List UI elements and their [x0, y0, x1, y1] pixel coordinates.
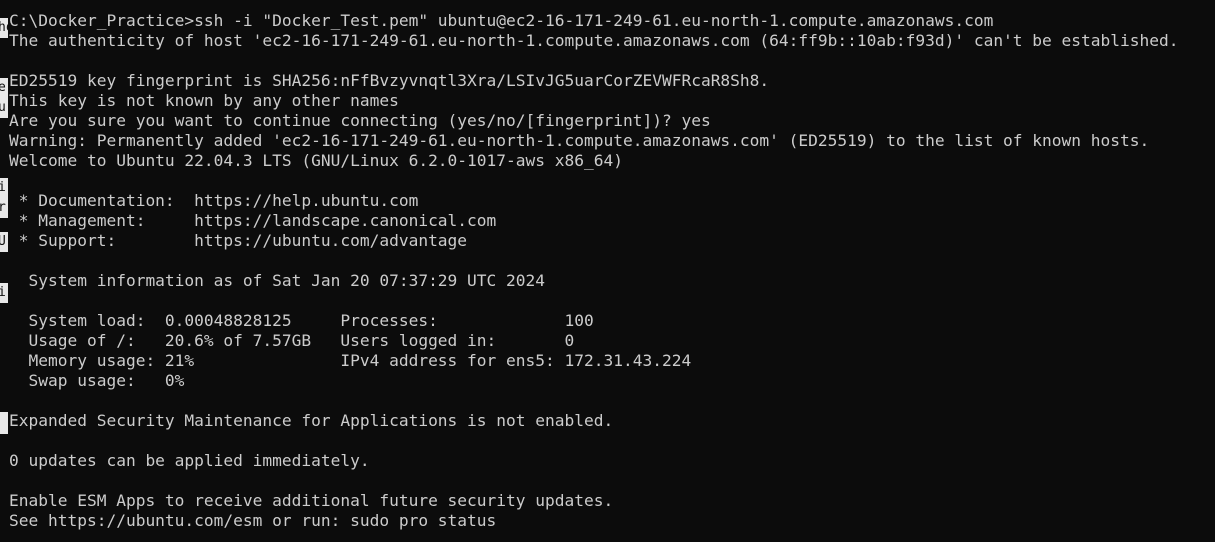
terminal-line-system-load: System load: 0.00048828125 Processes: 10… [9, 311, 594, 330]
terminal-line-empty [9, 51, 1215, 71]
terminal-line-empty [9, 291, 1215, 311]
terminal-line-confirm-prompt: Are you sure you want to continue connec… [9, 111, 711, 130]
terminal-line-empty [9, 251, 1215, 271]
terminal-line-empty [9, 391, 1215, 411]
terminal-line-management: * Management: https://landscape.canonica… [9, 211, 497, 230]
terminal-line-ssh-command: C:\Docker_Practice>ssh -i "Docker_Test.p… [9, 11, 994, 30]
background-text-fragment: i [0, 178, 8, 198]
terminal-line-empty [9, 471, 1215, 491]
terminal-line-swap-usage: Swap usage: 0% [9, 371, 185, 390]
terminal-line-esm-status: Expanded Security Maintenance for Applic… [9, 411, 614, 430]
terminal-line-empty [9, 431, 1215, 451]
terminal-line-authenticity: The authenticity of host 'ec2-16-171-249… [9, 31, 1179, 50]
terminal-line-support: * Support: https://ubuntu.com/advantage [9, 231, 468, 250]
terminal-line-welcome: Welcome to Ubuntu 22.04.3 LTS (GNU/Linux… [9, 151, 623, 170]
background-window-edge-piece [0, 412, 8, 434]
terminal-line-disk-usage: Usage of /: 20.6% of 7.57GB Users logged… [9, 331, 575, 350]
background-text-fragment: U [0, 232, 8, 252]
terminal-line-fingerprint: ED25519 key fingerprint is SHA256:nFfBvz… [9, 71, 770, 90]
background-text-fragment: e [0, 78, 8, 98]
background-text-fragment: i [0, 283, 8, 303]
terminal-line-updates: 0 updates can be applied immediately. [9, 451, 370, 470]
terminal-line-documentation: * Documentation: https://help.ubuntu.com [9, 191, 419, 210]
background-text-fragment: u [0, 98, 8, 118]
terminal-line-memory-usage: Memory usage: 21% IPv4 address for ens5:… [9, 351, 692, 370]
terminal-line-known-hosts-warning: Warning: Permanently added 'ec2-16-171-2… [9, 131, 1150, 150]
terminal-window[interactable]: C:\Docker_Practice>ssh -i "Docker_Test.p… [0, 0, 1215, 542]
terminal-line-esm-apps: Enable ESM Apps to receive additional fu… [9, 491, 614, 510]
terminal-line-empty [9, 171, 1215, 191]
terminal-line-esm-link: See https://ubuntu.com/esm or run: sudo … [9, 511, 497, 530]
background-text-fragment: ho [0, 18, 8, 38]
terminal-line-unknown-key: This key is not known by any other names [9, 91, 399, 110]
terminal-line-sysinfo-header: System information as of Sat Jan 20 07:3… [9, 271, 546, 290]
background-window-edge: ho e u i r U i [0, 0, 9, 542]
background-text-fragment: r [0, 198, 8, 218]
